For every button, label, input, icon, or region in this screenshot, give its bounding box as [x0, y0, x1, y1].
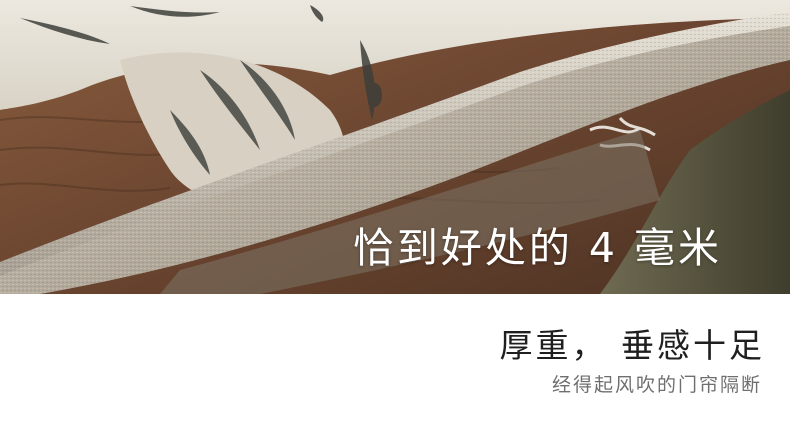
- subline: 经得起风吹的门帘隔断: [551, 374, 762, 396]
- fabric-closeup-photo: 恰到好处的 4 毫米: [0, 0, 790, 294]
- thickness-caption: 恰到好处的 4 毫米: [352, 224, 722, 272]
- headline: 厚重， 垂感十足: [499, 326, 765, 365]
- product-banner: 恰到好处的 4 毫米 厚重， 垂感十足 经得起风吹的门帘隔断: [0, 0, 790, 437]
